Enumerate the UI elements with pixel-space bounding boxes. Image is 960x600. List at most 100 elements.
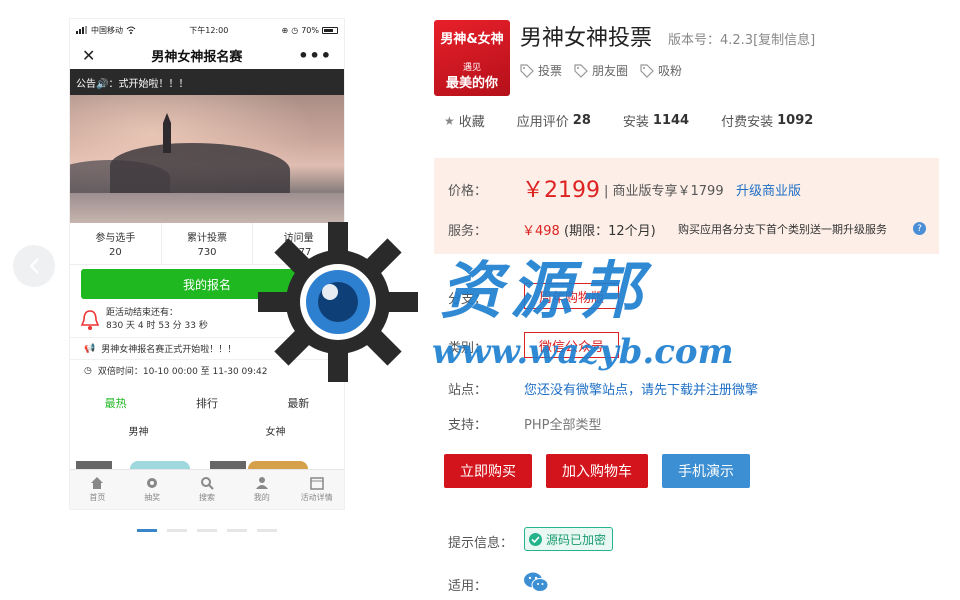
service-price: ￥498 [522, 224, 560, 239]
home-icon [91, 477, 104, 489]
gender-male: 男神 [128, 427, 149, 438]
tab-latest[interactable]: 最新 [287, 395, 309, 411]
install-metric: 安装 1144 [623, 111, 689, 130]
carousel-dot[interactable] [167, 529, 187, 532]
tab-ranking[interactable]: 排行 [196, 395, 218, 411]
paid-install-value: 1092 [777, 113, 814, 128]
watermark-gear-icon [258, 222, 418, 382]
paid-install-label: 付费安装 [721, 115, 774, 130]
encrypted-badge: 源码已加密 [524, 527, 614, 551]
version-text[interactable]: 版本号：4.2.3[复制信息] [668, 29, 815, 48]
favorite-button[interactable]: ★ 收藏 [444, 111, 485, 131]
gender-headers: 男神 女神 [70, 411, 344, 438]
bell-icon [80, 310, 100, 330]
carousel-prev-button[interactable] [13, 245, 55, 287]
service-label: 服务： [448, 224, 488, 239]
watermark-text: 资源邦 [440, 254, 651, 327]
service-term: (期限：12个月) [564, 224, 656, 239]
megaphone-icon: 📢 [84, 343, 96, 354]
stat-participants: 参与选手 20 [70, 223, 162, 264]
vote-time-text: 双倍时间：10-10 00:00 至 11-30 09:42 [97, 367, 268, 377]
tabbar-label: 搜索 [198, 493, 215, 502]
tabbar-label: 活动详情 [300, 493, 333, 502]
hint-label: 提示信息： [448, 536, 514, 551]
phone-tabbar: 首页 抽奖 搜索 我的 活动详情 [70, 469, 344, 509]
carousel-dot[interactable] [227, 529, 247, 532]
tag-item[interactable]: 吸粉 [640, 62, 682, 79]
tag-label: 朋友圈 [592, 64, 629, 78]
phone-nav-title: 男神女神报名赛 [151, 49, 243, 65]
buy-now-button[interactable]: 立即购买 [444, 454, 532, 488]
carousel-dots [137, 529, 277, 532]
carousel-dot[interactable] [257, 529, 277, 532]
gender-female: 女神 [265, 427, 286, 438]
favorite-label: 收藏 [458, 115, 485, 130]
announcement-text: 男神女神报名赛正式开始啦！！！ [101, 345, 237, 355]
carrier-text: 中国移动 [91, 25, 123, 35]
stat-label: 参与选手 [95, 233, 136, 244]
pro-price: | 商业版专享￥1799 [604, 184, 724, 199]
tabbar-mine[interactable]: 我的 [234, 470, 289, 509]
check-icon [529, 532, 542, 546]
countdown-title: 距活动结束还有： [106, 308, 179, 318]
mobile-demo-button[interactable]: 手机演示 [662, 454, 750, 488]
install-value: 1144 [652, 113, 690, 128]
tag-label: 吸粉 [658, 64, 683, 78]
support-label: 支持： [448, 418, 488, 433]
stat-votes: 累计投票 730 [162, 223, 254, 264]
battery-icon [322, 26, 338, 34]
entry-preview-strip [70, 461, 344, 469]
stat-value: 730 [197, 247, 217, 258]
tabbar-search[interactable]: 搜索 [180, 470, 235, 509]
tag-item[interactable]: 朋友圈 [574, 62, 628, 79]
tag-label: 投票 [538, 64, 563, 78]
rating-metric: 应用评价 28 [517, 111, 591, 130]
calendar-icon [309, 477, 324, 490]
carousel-dot[interactable] [197, 529, 217, 532]
tag-icon [574, 63, 588, 78]
support-text: PHP全部类型 [524, 418, 602, 433]
add-to-cart-button[interactable]: 加入购物车 [546, 454, 648, 488]
metrics-row: ★ 收藏 应用评价 28 安装 1144 付费安装 1092 [444, 111, 845, 130]
wechat-icon [524, 572, 549, 592]
tab-hot[interactable]: 最热 [105, 395, 127, 411]
stat-label: 累计投票 [187, 233, 227, 244]
signal-icon [76, 26, 87, 34]
rating-label: 应用评价 [516, 115, 569, 130]
carousel-dot[interactable] [137, 529, 157, 532]
notice-bar: 公告🔊：式开始啦！！！ [70, 69, 344, 95]
status-time: 下午12:00 [189, 25, 229, 35]
search-icon [200, 477, 214, 490]
clock-icon: ◷ [84, 365, 92, 376]
site-label: 站点： [448, 383, 488, 398]
paid-install-metric: 付费安装 1092 [721, 111, 813, 130]
app-icon-slogan: 最美的你 [445, 76, 498, 91]
gear-icon [147, 478, 158, 488]
wifi-icon [126, 26, 136, 34]
countdown-value: 830 天 4 时 53 分 33 秒 [106, 321, 208, 331]
tag-icon [640, 63, 654, 78]
upgrade-link[interactable]: 升级商业版 [736, 180, 801, 199]
tag-item[interactable]: 投票 [520, 62, 562, 79]
help-icon[interactable]: ? [913, 222, 926, 235]
rating-value: 28 [572, 113, 591, 128]
phone-nav-bar: ✕ 男神女神报名赛 ••• [70, 41, 344, 69]
hero-image [70, 95, 344, 223]
app-icon-title: 男神&女神 [440, 32, 504, 47]
tabbar-details[interactable]: 活动详情 [289, 470, 344, 509]
more-icon[interactable]: ••• [298, 46, 332, 65]
product-title: 男神女神投票 [520, 26, 653, 51]
chevron-left-icon [29, 258, 39, 274]
user-icon [255, 477, 268, 489]
status-bar: 中国移动 下午12:00 ⊕ ◷ 70% [70, 19, 344, 41]
close-icon[interactable]: ✕ [82, 46, 95, 65]
tabbar-label: 首页 [89, 493, 106, 502]
service-note: 购买应用各分支下首个类别送一期升级服务 [678, 223, 887, 236]
star-icon: ★ [444, 113, 455, 128]
tabbar-lottery[interactable]: 抽奖 [125, 470, 180, 509]
site-link[interactable]: 您还没有微擎站点，请先下载并注册微擎 [524, 379, 758, 398]
tabbar-home[interactable]: 首页 [70, 470, 125, 509]
encrypted-text: 源码已加密 [546, 532, 607, 547]
apply-label: 适用： [448, 579, 488, 594]
install-label: 安装 [622, 115, 649, 130]
